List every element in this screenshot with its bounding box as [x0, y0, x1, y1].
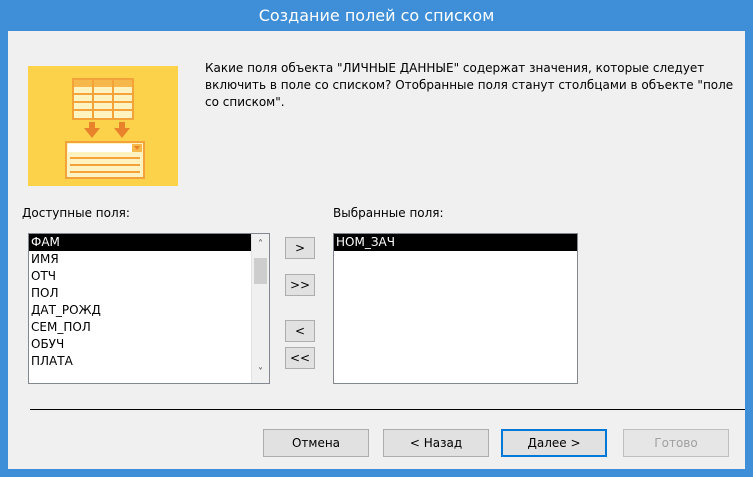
available-fields-label: Доступные поля: [22, 206, 130, 220]
cancel-button[interactable]: Отмена [263, 429, 369, 457]
scroll-down-icon[interactable]: ˅ [252, 364, 269, 381]
selected-fields-items: НОМ_ЗАЧ [334, 234, 577, 251]
window-title: Создание полей со списком [258, 6, 495, 25]
available-field-item[interactable]: ДАТ_РОЖД [29, 302, 269, 319]
available-field-item[interactable]: ОТЧ [29, 268, 269, 285]
available-fields-scrollbar[interactable]: ˄ ˅ [251, 234, 269, 383]
selected-fields-list[interactable]: НОМ_ЗАЧ [333, 233, 578, 384]
available-field-item[interactable]: ПЛАТА [29, 353, 269, 370]
back-button[interactable]: < Назад [383, 429, 489, 457]
available-fields-items: ФАМ ИМЯ ОТЧ ПОЛ ДАТ_РОЖД СЕМ_ПОЛ ОБУЧ ПЛАТА [29, 234, 269, 370]
add-field-button[interactable]: > [285, 237, 315, 259]
available-field-item[interactable]: ПОЛ [29, 285, 269, 302]
available-field-item[interactable]: ОБУЧ [29, 336, 269, 353]
footer-divider [30, 409, 745, 410]
wizard-illustration-icon [28, 66, 178, 186]
remove-field-button[interactable]: < [285, 320, 315, 342]
scroll-up-icon[interactable]: ˄ [252, 236, 269, 253]
available-field-item[interactable]: ФАМ [29, 234, 269, 251]
wizard-window: Создание полей со списком Какие поля объ… [0, 0, 753, 477]
scroll-thumb[interactable] [254, 258, 267, 284]
wizard-description: Какие поля объекта "ЛИЧНЫЕ ДАННЫЕ" содер… [205, 61, 734, 109]
remove-all-fields-button[interactable]: << [285, 347, 315, 369]
add-all-fields-button[interactable]: >> [285, 274, 315, 296]
title-bar[interactable]: Создание полей со списком [0, 0, 753, 31]
available-field-item[interactable]: СЕМ_ПОЛ [29, 319, 269, 336]
available-field-item[interactable]: ИМЯ [29, 251, 269, 268]
selected-fields-label: Выбранные поля: [333, 206, 444, 220]
next-button[interactable]: Далее > [501, 429, 607, 457]
dialog-body: Какие поля объекта "ЛИЧНЫЕ ДАННЫЕ" содер… [8, 31, 745, 469]
selected-field-item[interactable]: НОМ_ЗАЧ [334, 234, 577, 251]
finish-button: Готово [623, 429, 729, 457]
available-fields-list[interactable]: ФАМ ИМЯ ОТЧ ПОЛ ДАТ_РОЖД СЕМ_ПОЛ ОБУЧ ПЛАТА ˄ ˅ [28, 233, 270, 384]
